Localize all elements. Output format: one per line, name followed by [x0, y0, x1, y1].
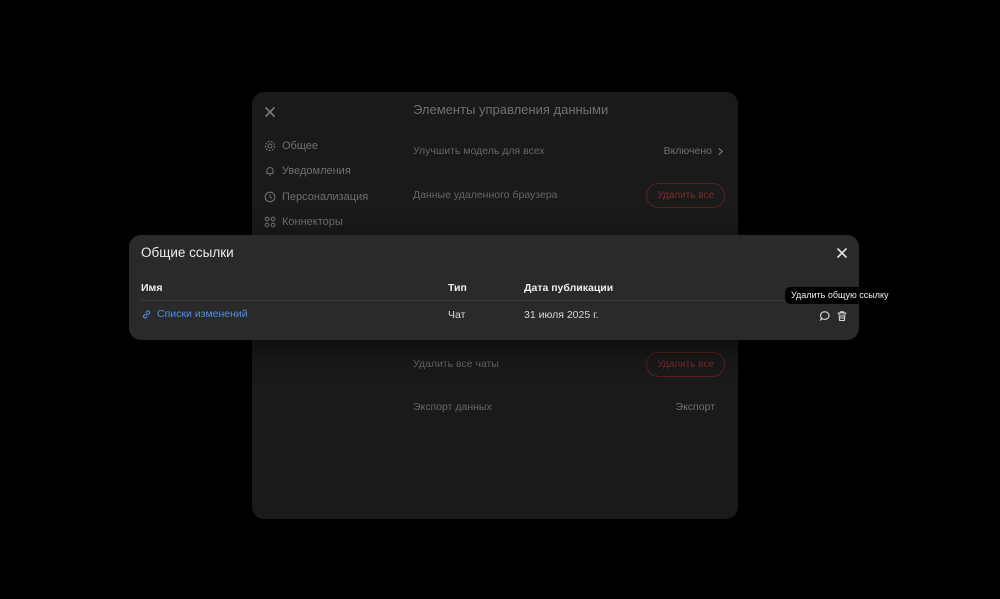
shared-link[interactable]: Списки изменений [141, 308, 248, 320]
delete-shared-link-tooltip: Удалить общую ссылку [785, 287, 895, 304]
modal-title: Общие ссылки [141, 245, 234, 260]
settings-row-delete-chats: Удалить все чаты Удалить все [413, 350, 725, 378]
clock-icon [264, 191, 276, 203]
row-label: Экспорт данных [413, 401, 492, 413]
settings-row-improve-model[interactable]: Улучшить модель для всех Включено [413, 142, 725, 160]
sidebar-item-notifications[interactable]: Уведомления [264, 161, 351, 181]
settings-row-export: Экспорт данных Экспорт [413, 394, 725, 420]
sidebar-item-personalization[interactable]: Персонализация [264, 187, 368, 207]
link-icon [142, 310, 151, 318]
export-button[interactable]: Экспорт [666, 395, 725, 419]
delete-all-chats-button[interactable]: Удалить все [646, 351, 725, 377]
sidebar-item-label: Уведомления [282, 165, 351, 177]
row-label: Данные удаленного браузера [413, 189, 558, 201]
column-header-type[interactable]: Тип [448, 282, 467, 294]
bell-icon [264, 165, 276, 177]
close-icon[interactable] [262, 104, 278, 120]
chevron-right-icon [718, 147, 724, 155]
row-date: 31 июля 2025 г. [524, 309, 599, 321]
column-header-date[interactable]: Дата публикации [524, 282, 613, 294]
row-value[interactable]: Включено [664, 145, 725, 157]
improve-model-value: Включено [663, 145, 712, 157]
row-type: Чат [448, 309, 466, 321]
sidebar-item-connectors[interactable]: Коннекторы [264, 212, 343, 232]
gear-icon [264, 140, 276, 152]
chat-bubble-icon[interactable] [819, 309, 831, 322]
row-label: Удалить все чаты [413, 358, 499, 370]
sidebar-item-label: Коннекторы [282, 216, 343, 228]
header-divider [141, 300, 847, 301]
sidebar-item-general[interactable]: Общее [264, 136, 318, 156]
trash-icon[interactable] [836, 309, 848, 322]
close-icon[interactable] [835, 246, 849, 260]
delete-remote-browser-button[interactable]: Удалить все [646, 182, 725, 208]
shared-link-label: Списки изменений [157, 308, 248, 320]
grid-icon [264, 216, 276, 228]
shared-links-modal: Общие ссылки Имя Тип Дата публикации Спи… [129, 235, 859, 340]
column-header-name[interactable]: Имя [141, 282, 162, 294]
settings-title: Элементы управления данными [413, 102, 609, 117]
settings-row-remote-browser: Данные удаленного браузера Удалить все [413, 181, 725, 209]
row-label: Улучшить модель для всех [413, 145, 545, 157]
sidebar-item-label: Общее [282, 140, 319, 152]
sidebar-item-label: Персонализация [282, 191, 369, 203]
